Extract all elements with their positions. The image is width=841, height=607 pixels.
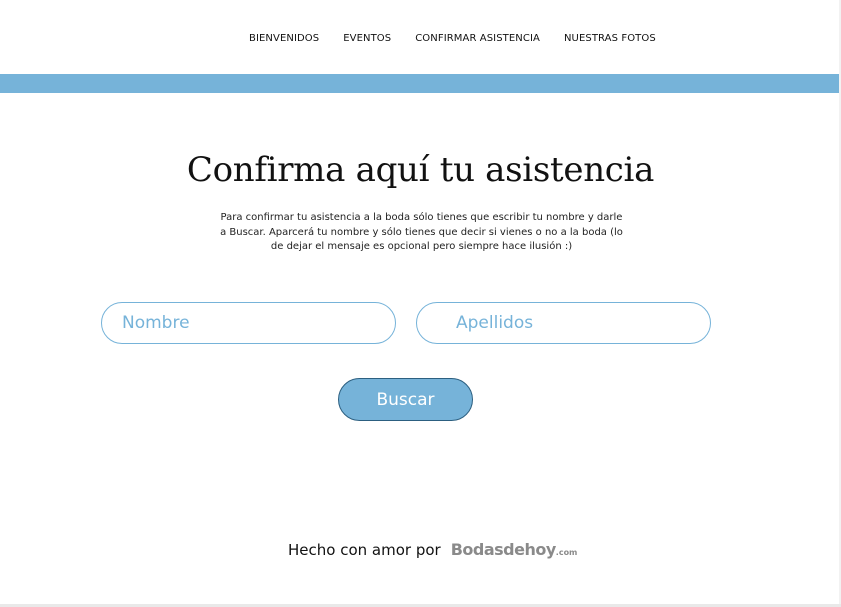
nav-item-confirmar-asistencia[interactable]: CONFIRMAR ASISTENCIA [415,33,540,44]
nav-item-eventos[interactable]: EVENTOS [343,33,391,44]
footer-text: Hecho con amor por [288,540,441,559]
nav-menu: BIENVENIDOS EVENTOS CONFIRMAR ASISTENCIA… [249,33,656,44]
brand-name: Bodasdehoy [450,540,557,559]
top-navigation: BIENVENIDOS EVENTOS CONFIRMAR ASISTENCIA… [0,0,841,74]
header-color-band [0,74,841,93]
nav-item-bienvenidos[interactable]: BIENVENIDOS [249,33,319,44]
footer: Hecho con amor por Bodasdehoy .com [288,540,577,559]
apellidos-input[interactable] [416,302,711,344]
brand-logo[interactable]: Bodasdehoy .com [451,540,578,559]
nav-item-nuestras-fotos[interactable]: NUESTRAS FOTOS [564,33,656,44]
search-button[interactable]: Buscar [338,378,473,421]
nombre-input[interactable] [101,302,396,344]
page-title: Confirma aquí tu asistencia [186,150,655,190]
instructions-text: Para confirmar tu asistencia a la boda s… [220,212,623,252]
brand-suffix: .com [555,548,578,557]
